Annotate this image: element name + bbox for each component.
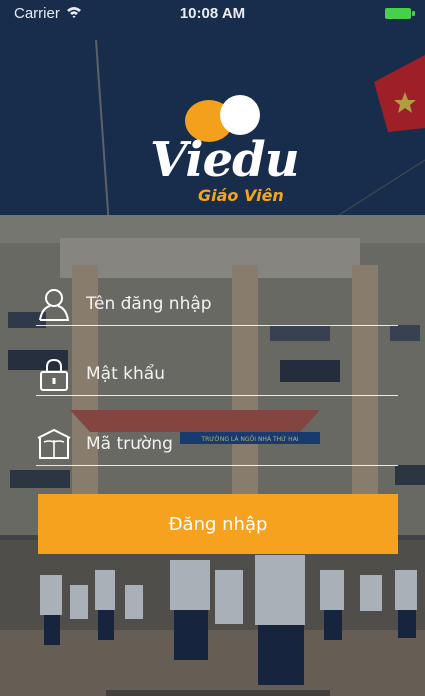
school-code-underline (36, 464, 398, 466)
username-underline (36, 324, 398, 326)
book-icon (36, 426, 72, 462)
status-time: 10:08 AM (179, 5, 246, 22)
password-field (36, 352, 398, 396)
login-button[interactable]: Đăng nhập (38, 494, 398, 554)
lock-icon (36, 356, 72, 392)
logo-brand-text: Viedu (150, 132, 300, 188)
battery-icon (385, 8, 415, 19)
login-screen: TRƯỜNG LÀ NGÔI NHÀ THỨ HAI Carrier 10:08… (0, 0, 425, 696)
username-input[interactable] (84, 288, 388, 320)
user-icon (36, 286, 72, 322)
status-bar: Carrier 10:08 AM (0, 0, 425, 28)
logo-bubble-white (220, 95, 260, 135)
username-field (36, 282, 398, 326)
school-code-input[interactable] (84, 428, 388, 460)
logo-subtitle: Giáo Viên (198, 186, 284, 205)
app-logo: Viedu Giáo Viên (146, 92, 300, 212)
password-underline (36, 394, 398, 396)
password-input[interactable] (84, 358, 388, 390)
school-code-field (36, 422, 398, 466)
home-indicator (106, 690, 330, 696)
